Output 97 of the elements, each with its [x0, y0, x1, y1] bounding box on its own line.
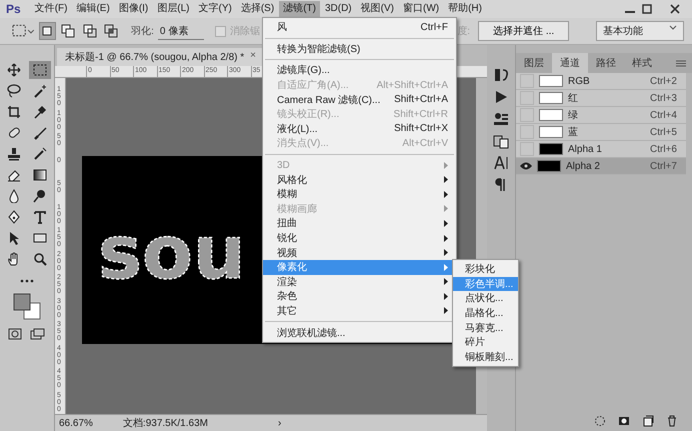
menu-item[interactable]: 浏览联机滤镜... [263, 325, 456, 340]
type-icon [33, 210, 47, 224]
menu-item[interactable]: 3D(D) [320, 1, 356, 17]
marquee-icon [33, 63, 47, 77]
channel-row[interactable]: 红 Ctrl+3 [516, 90, 686, 107]
visibility-toggle[interactable] [520, 74, 534, 88]
menu-item[interactable]: 帮助(H) [444, 1, 486, 17]
menu-item[interactable]: 模糊 [263, 186, 456, 202]
menu-item[interactable]: 编辑(E) [72, 1, 114, 17]
zoom-icon [33, 252, 47, 266]
mask-and-screen-mode-icon[interactable] [7, 328, 47, 340]
close-icon[interactable] [670, 4, 680, 14]
menu-item[interactable]: 转换为智能滤镜(S) [263, 42, 456, 56]
panel-tab[interactable]: 样式 [624, 53, 660, 73]
panel-tab[interactable]: 图层 [516, 53, 552, 73]
select-and-mask-button[interactable]: 选择并遮住 ... [478, 21, 570, 41]
channel-row[interactable]: 绿 Ctrl+4 [516, 107, 686, 124]
marquee-tool-button[interactable] [29, 61, 51, 79]
selection-mode-button[interactable] [81, 22, 98, 40]
play-icon[interactable] [493, 89, 509, 105]
menu-item[interactable]: 铜板雕刻... [453, 350, 518, 364]
menu-item[interactable]: 选择(S) [236, 1, 278, 17]
menu-item[interactable]: 晶格化... [453, 306, 518, 320]
selection-mode-icon [40, 24, 54, 38]
feather-field[interactable]: 0 像素 [158, 22, 204, 40]
dodge-icon [33, 189, 47, 203]
menu-item[interactable]: 窗口(W) [398, 1, 444, 17]
selection-mode-icon [104, 24, 118, 38]
brush-icon [33, 126, 47, 140]
gradient-icon [33, 168, 47, 182]
menu-item[interactable]: 文件(F) [30, 1, 72, 17]
menu-item[interactable]: 锐化 [263, 230, 456, 246]
selection-mode-icon [61, 24, 76, 38]
document-tab[interactable]: 未标题-1 @ 66.7% (sougou, Alpha 2/8) * × [57, 48, 264, 66]
maximize-icon[interactable] [642, 4, 652, 14]
menu-item[interactable]: 滤镜(T) [279, 1, 320, 17]
adjustments-icon[interactable] [493, 111, 509, 127]
menu-item[interactable]: 杂色 [263, 289, 456, 304]
channel-row[interactable]: Alpha 2 Ctrl+7 [516, 158, 686, 175]
selection-mode-icon [82, 24, 97, 38]
character-icon[interactable] [493, 155, 509, 171]
selection-mode-button[interactable] [102, 22, 120, 40]
menu-item[interactable]: 图层(L) [153, 1, 194, 17]
drop-icon [7, 189, 21, 203]
lasso-icon [7, 84, 21, 98]
menu-item[interactable]: 扭曲 [263, 216, 456, 231]
panel-tab[interactable]: 路径 [588, 53, 624, 73]
selected-text: sou [98, 210, 246, 296]
pen-icon [7, 210, 21, 224]
workspace-dropdown[interactable]: 基本功能 [596, 21, 684, 41]
menu-item[interactable]: 视图(V) [356, 1, 398, 17]
stamp-icon [7, 147, 21, 161]
caret-icon [669, 24, 677, 32]
marquee-tool-icon[interactable] [12, 24, 35, 38]
history-brush-icon [33, 147, 47, 161]
menu-item[interactable]: 其它 [263, 304, 456, 318]
document-title: 未标题-1 @ 66.7% (sougou, Alpha 2/8) * [65, 50, 244, 64]
menu-item[interactable]: 渲染 [263, 274, 456, 290]
eraser-icon [7, 168, 21, 182]
trash-icon[interactable] [666, 415, 678, 427]
wand-icon [33, 84, 47, 98]
menu-item[interactable]: 点状化... [453, 291, 518, 306]
panel-tab[interactable]: 通道 [552, 53, 588, 73]
menu-item[interactable]: Camera Raw 滤镜(C)... Shift+Ctrl+A [263, 92, 456, 107]
zoom-level: 66.67% [59, 418, 93, 428]
channel-row[interactable]: Alpha 1 Ctrl+6 [516, 141, 686, 158]
menu-item[interactable]: 液化(L)... Shift+Ctrl+X [263, 122, 456, 136]
menu-icon[interactable] [676, 60, 686, 67]
rectangle-icon [33, 231, 47, 245]
load-selection-icon[interactable] [594, 415, 606, 427]
mask-icon[interactable] [618, 415, 630, 427]
new-channel-icon[interactable] [642, 415, 654, 427]
selection-mode-button[interactable] [60, 22, 78, 40]
channel-row[interactable]: 蓝 Ctrl+5 [516, 124, 686, 141]
app-logo: Ps [5, 2, 22, 16]
info-arrow[interactable]: › [278, 418, 282, 428]
menu-item[interactable]: 风格化 [263, 172, 456, 187]
menu-item[interactable]: 风 Ctrl+F [263, 20, 456, 35]
selection-mode-button[interactable] [38, 22, 56, 40]
crop-icon [7, 105, 21, 119]
feather-label: 羽化: [131, 25, 154, 38]
document-info: 文档:937.5K/1.63M [122, 416, 208, 430]
more-tools-icon[interactable] [19, 278, 35, 284]
menu-item[interactable]: 视频 [263, 245, 456, 260]
menu-item[interactable]: 碎片 [453, 334, 518, 350]
menu-item[interactable]: 图像(I) [114, 1, 152, 17]
eyedropper-icon [33, 105, 47, 119]
close-tab-button[interactable]: × [250, 50, 256, 64]
visibility-toggle[interactable] [520, 160, 532, 172]
menu-item[interactable]: 马赛克... [453, 320, 518, 335]
move-icon [7, 63, 21, 77]
menu-item[interactable]: 彩块化 [453, 262, 518, 277]
color-swatches-icon[interactable] [12, 292, 42, 320]
channel-row[interactable]: RGB Ctrl+2 [516, 73, 686, 90]
arrow-icon [7, 231, 21, 245]
menu-item[interactable]: 文字(Y) [194, 1, 236, 17]
clone-source-icon[interactable] [493, 133, 509, 149]
